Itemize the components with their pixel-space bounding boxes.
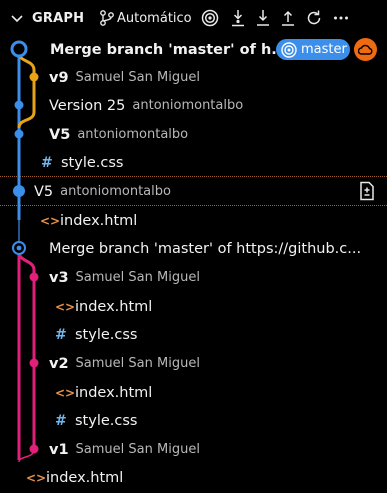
commit-message: V5 [49,126,71,143]
commit-row[interactable]: V5 antoniomontalbo [0,120,387,149]
commit-author: antoniomontalbo [77,127,189,142]
css-file-icon: # [55,326,67,343]
css-file-icon: # [55,412,67,429]
commit-message: Version 25 [49,97,126,114]
html-file-icon: <> [40,213,61,228]
commit-message: V5 [34,183,54,200]
file-row[interactable]: # style.css M [0,406,387,435]
file-row[interactable]: # style.css M [0,320,387,349]
file-name: index.html [75,384,153,401]
commit-message: Merge branch 'master' of h... [50,41,288,58]
file-row[interactable]: <> index.html M [0,292,387,321]
commit-message: v3 [49,269,69,286]
html-file-icon: <> [26,470,47,485]
commit-author: Samuel San Miguel [75,442,200,457]
commit-row[interactable]: v1 Samuel San Miguel [0,435,387,464]
file-name: index.html [46,469,124,486]
commit-row[interactable]: v3 Samuel San Miguel [0,263,387,292]
file-name: style.css [75,326,138,343]
cloud-icon[interactable] [354,38,377,61]
file-row[interactable]: <> index.html M [0,378,387,407]
file-row[interactable]: <> index.html M [0,206,387,235]
css-file-icon: # [41,154,53,171]
file-row[interactable]: <> index.html A [0,463,387,492]
html-file-icon: <> [55,299,76,314]
branch-badge-master[interactable]: master [276,39,350,60]
branch-badge-label: master [301,42,347,57]
html-file-icon: <> [55,385,76,400]
file-name: style.css [75,412,138,429]
commit-message: v9 [49,69,69,86]
commit-author: Samuel San Miguel [75,270,200,285]
commit-row[interactable]: Version 25 antoniomontalbo [0,91,387,120]
open-changes-icon[interactable] [358,181,376,201]
commit-author: Samuel San Miguel [75,356,200,371]
commit-author: Samuel San Miguel [75,70,200,85]
file-name: index.html [60,212,138,229]
commit-author: antoniomontalbo [60,184,171,199]
commit-message: Merge branch 'master' of https://github.… [49,240,362,257]
source-control-graph: GRAPH Automático Merge branch 'master' o… [0,0,387,493]
file-name: index.html [75,298,153,315]
commit-message: v1 [49,441,69,458]
file-row[interactable]: # style.css M [0,148,387,177]
commit-row[interactable]: v9 Samuel San Miguel [0,63,387,92]
target-icon [281,41,297,58]
commit-row[interactable]: V5 antoniomontalbo [0,177,387,206]
file-name: style.css [61,154,124,171]
commit-message: v2 [49,355,69,372]
commit-row[interactable]: v2 Samuel San Miguel [0,349,387,378]
commit-author: antoniomontalbo [132,98,244,113]
commit-row[interactable]: Merge branch 'master' of https://github.… [0,234,387,263]
